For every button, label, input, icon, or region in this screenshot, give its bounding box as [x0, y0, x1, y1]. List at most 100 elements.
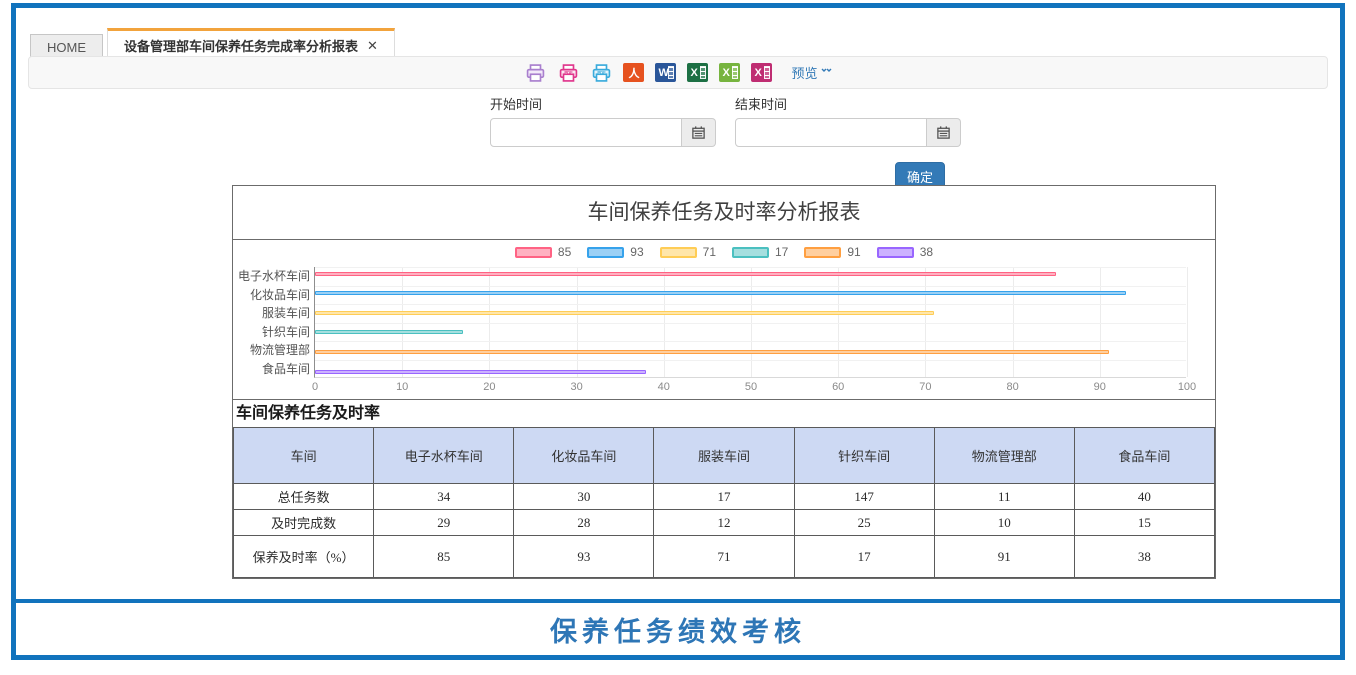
x-tick-label: 80 [996, 381, 1030, 393]
x-gridline [1187, 267, 1188, 377]
legend-item[interactable]: 91 [804, 245, 860, 259]
category-label: 食品车间 [235, 361, 310, 377]
chart-plot-area: 0102030405060708090100电子水杯车间化妆品车间服装车间针织车… [314, 267, 1186, 378]
table-header-cell: 食品车间 [1074, 428, 1214, 484]
table-header-cell: 电子水杯车间 [374, 428, 514, 484]
end-time-input[interactable] [735, 118, 927, 147]
legend-label: 85 [558, 245, 571, 259]
bar-chart: 859371179138 0102030405060708090100电子水杯车… [233, 239, 1215, 399]
report-toolbar: PDF PDF 人 W X X X 预览 [28, 56, 1328, 89]
legend-item[interactable]: 85 [515, 245, 571, 259]
printer-icon[interactable] [524, 63, 546, 83]
value-cell: 17 [794, 536, 934, 578]
category-label: 服装车间 [235, 305, 310, 321]
preview-dropdown[interactable]: 预览 [791, 63, 831, 82]
printer-pdf-pink-icon[interactable]: PDF [557, 63, 579, 83]
row-label-cell: 保养及时率（%） [234, 536, 374, 578]
x-tick-label: 60 [821, 381, 855, 393]
y-gridline [315, 323, 1186, 324]
value-cell: 38 [1074, 536, 1214, 578]
word-icon[interactable]: W [655, 63, 676, 82]
tab-close-icon[interactable]: ✕ [367, 39, 378, 52]
row-label-cell: 及时完成数 [234, 510, 374, 536]
table-row: 保养及时率（%）859371179138 [234, 536, 1215, 578]
value-cell: 91 [934, 536, 1074, 578]
value-cell: 85 [374, 536, 514, 578]
x-tick-label: 30 [560, 381, 594, 393]
value-cell: 93 [514, 536, 654, 578]
end-time-calendar-button[interactable] [927, 118, 961, 147]
bar-化妆品车间[interactable] [315, 291, 1126, 295]
value-cell: 71 [654, 536, 794, 578]
excel-green-icon[interactable]: X [687, 63, 708, 82]
value-cell: 17 [654, 484, 794, 510]
value-cell: 15 [1074, 510, 1214, 536]
svg-text:PDF: PDF [597, 70, 606, 75]
x-tick-label: 90 [1083, 381, 1117, 393]
start-time-label: 开始时间 [490, 94, 716, 113]
value-cell: 11 [934, 484, 1074, 510]
legend-item[interactable]: 93 [587, 245, 643, 259]
legend-swatch [660, 247, 697, 258]
value-cell: 147 [794, 484, 934, 510]
table-header-row: 车间电子水杯车间化妆品车间服装车间针织车间物流管理部食品车间 [234, 428, 1215, 484]
category-label: 电子水杯车间 [235, 268, 310, 284]
table-row: 及时完成数292812251015 [234, 510, 1215, 536]
legend-swatch [877, 247, 914, 258]
start-time-input[interactable] [490, 118, 682, 147]
x-tick-label: 10 [385, 381, 419, 393]
legend-swatch [804, 247, 841, 258]
value-cell: 40 [1074, 484, 1214, 510]
value-cell: 25 [794, 510, 934, 536]
table-section-title: 车间保养任务及时率 [233, 399, 1215, 427]
bar-物流管理部[interactable] [315, 350, 1109, 354]
x-tick-label: 40 [647, 381, 681, 393]
legend-item[interactable]: 38 [877, 245, 933, 259]
value-cell: 28 [514, 510, 654, 536]
footer-title: 保养任务绩效考核 [550, 610, 806, 649]
table-header-cell: 化妆品车间 [514, 428, 654, 484]
x-tick-label: 0 [298, 381, 332, 393]
start-time-calendar-button[interactable] [682, 118, 716, 147]
value-cell: 29 [374, 510, 514, 536]
table-header-cell: 物流管理部 [934, 428, 1074, 484]
legend-swatch [515, 247, 552, 258]
table-header-cell: 针织车间 [794, 428, 934, 484]
tab-report-label: 设备管理部车间保养任务完成率分析报表 [124, 36, 358, 55]
page-frame: HOME 设备管理部车间保养任务完成率分析报表 ✕ PDF [11, 3, 1345, 660]
bar-电子水杯车间[interactable] [315, 272, 1056, 276]
report-table: 车间电子水杯车间化妆品车间服装车间针织车间物流管理部食品车间 总任务数34301… [233, 427, 1215, 578]
adobe-pdf-icon[interactable]: 人 [623, 63, 644, 82]
value-cell: 12 [654, 510, 794, 536]
row-label-cell: 总任务数 [234, 484, 374, 510]
legend-swatch [732, 247, 769, 258]
bar-针织车间[interactable] [315, 330, 463, 334]
calendar-icon [691, 125, 706, 140]
x-tick-label: 20 [472, 381, 506, 393]
legend-item[interactable]: 17 [732, 245, 788, 259]
table-body: 总任务数3430171471140及时完成数292812251015保养及时率（… [234, 484, 1215, 578]
category-label: 物流管理部 [235, 342, 310, 358]
category-label: 化妆品车间 [235, 287, 310, 303]
report-title: 车间保养任务及时率分析报表 [233, 186, 1215, 239]
excel-pink-icon[interactable]: X [751, 63, 772, 82]
y-gridline [315, 360, 1186, 361]
x-tick-label: 70 [908, 381, 942, 393]
legend-item[interactable]: 71 [660, 245, 716, 259]
excel-lightgreen-icon[interactable]: X [719, 63, 740, 82]
y-gridline [315, 286, 1186, 287]
x-tick-label: 100 [1170, 381, 1204, 393]
preview-label: 预览 [791, 63, 817, 82]
legend-label: 17 [775, 245, 788, 259]
bar-服装车间[interactable] [315, 311, 934, 315]
svg-text:PDF: PDF [564, 70, 573, 75]
x-tick-label: 50 [734, 381, 768, 393]
table-header-cell: 车间 [234, 428, 374, 484]
bar-食品车间[interactable] [315, 370, 646, 374]
table-row: 总任务数3430171471140 [234, 484, 1215, 510]
value-cell: 34 [374, 484, 514, 510]
legend-label: 38 [920, 245, 933, 259]
legend-label: 91 [847, 245, 860, 259]
printer-pdf-blue-icon[interactable]: PDF [590, 63, 612, 83]
report-footer: 保养任务绩效考核 [16, 599, 1340, 655]
